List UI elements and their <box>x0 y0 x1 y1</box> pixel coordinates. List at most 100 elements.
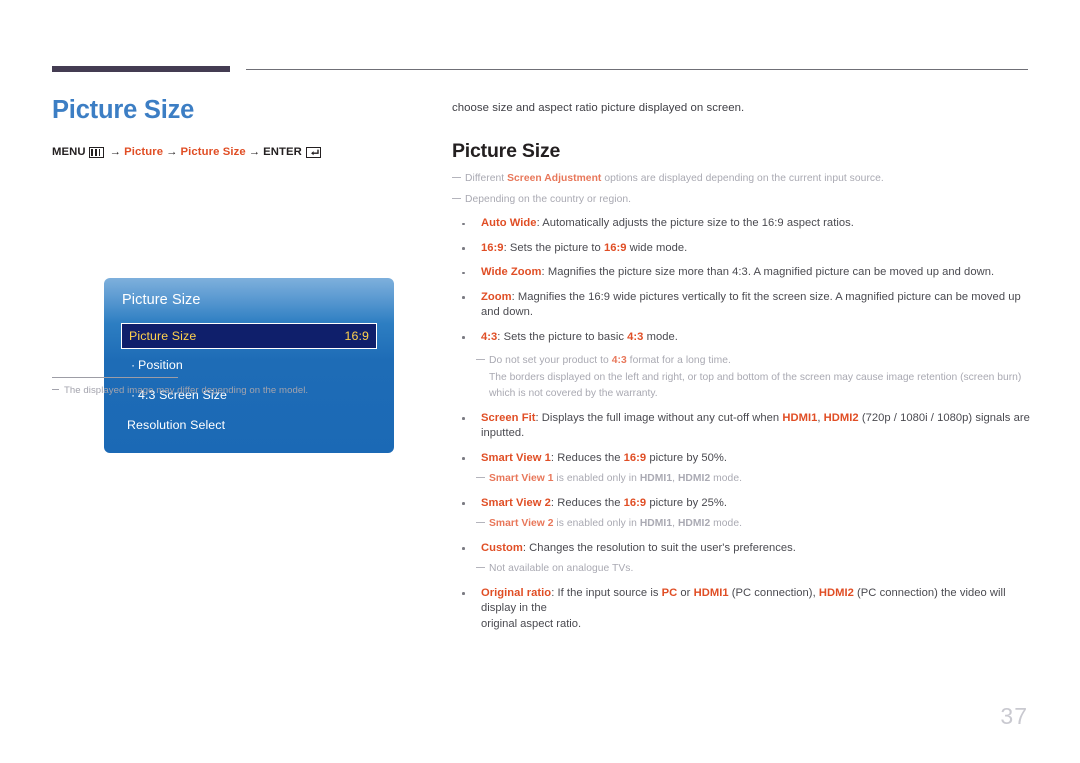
bullet-original-p3: HDMI1 <box>693 586 729 599</box>
bullet-4-3-text-b: mode. <box>643 330 678 343</box>
note-sv1-accent1: Smart View 1 <box>489 473 554 484</box>
left-column: Picture Size MENU → Picture → Picture Si… <box>52 95 412 453</box>
note-2-text: Depending on the country or region. <box>465 193 632 205</box>
bullet-smart-view-1-p1: 16:9 <box>623 451 647 464</box>
note-sv2-tail: mode. <box>710 518 743 529</box>
bullet-original-ratio-term: Original ratio <box>481 586 552 599</box>
note-43-burn-in: Do not set your product to 4:3 format fo… <box>476 354 1030 369</box>
note-sv2-mid: is enabled only in <box>553 518 640 529</box>
menu-grid-icon <box>88 146 104 158</box>
note-43-pre: Do not set your product to <box>489 355 612 366</box>
footnote-text: The displayed image may differ depending… <box>64 385 309 396</box>
note-custom-text: Not available on analogue TVs. <box>489 563 634 574</box>
bullet-original-p2: or <box>677 586 694 599</box>
menu-navigation-path: MENU → Picture → Picture Size → ENTER <box>52 146 412 158</box>
note-smart-view-2: Smart View 2 is enabled only in HDMI1, H… <box>476 517 1030 532</box>
bullet-original-p1: PC <box>661 586 678 599</box>
bullet-smart-view-2: Smart View 2: Reduces the 16:9 picture b… <box>452 496 1030 512</box>
bullet-4-3: 4:3: Sets the picture to basic 4:3 mode. <box>452 330 1030 346</box>
bullet-16-9-text-a: : Sets the picture to <box>503 241 604 254</box>
footnote-divider <box>52 377 178 378</box>
note-country-region: Depending on the country or region. <box>452 193 1030 208</box>
bullet-original-ratio-line2: original aspect ratio. <box>481 617 582 630</box>
bullet-smart-view-1: Smart View 1: Reduces the 16:9 picture b… <box>452 451 1030 467</box>
bullet-screen-fit-p0: : Displays the full image without any cu… <box>535 411 783 424</box>
note-sv2-accent3: HDMI2 <box>677 518 711 529</box>
bullet-zoom-text: : Magnifies the 16:9 wide pictures verti… <box>481 290 1021 319</box>
bullet-16-9: 16:9: Sets the picture to 16:9 wide mode… <box>452 241 1030 257</box>
menu-path-menu-label: MENU <box>52 146 86 158</box>
page-number: 37 <box>1000 703 1028 729</box>
osd-row-label: Picture Size <box>129 329 197 343</box>
bullet-auto-wide-text: : Automatically adjusts the picture size… <box>536 217 854 229</box>
note-sv1-accent2: HDMI1 <box>639 473 673 484</box>
bullet-custom-term: Custom <box>481 541 523 554</box>
bullet-smart-view-2-p2: picture by 25%. <box>646 496 728 509</box>
osd-row-picture-size[interactable]: Picture Size 16:9 <box>121 323 377 349</box>
note-smart-view-1: Smart View 1 is enabled only in HDMI1, H… <box>476 472 1030 487</box>
footnote-dash-icon <box>52 389 59 390</box>
note-sv1-mid: is enabled only in <box>553 473 640 484</box>
bullet-wide-zoom: Wide Zoom: Magnifies the picture size mo… <box>452 265 1030 281</box>
bullet-smart-view-2-p1: 16:9 <box>623 496 647 509</box>
intro-text: choose size and aspect ratio picture dis… <box>452 102 745 114</box>
osd-item-position[interactable]: · Position <box>131 358 183 372</box>
bullet-smart-view-1-term: Smart View 1 <box>481 451 551 464</box>
note-43-continuation-2: which is not covered by the warranty. <box>489 388 658 399</box>
bullet-smart-view-2-p0: : Reduces the <box>550 496 624 509</box>
header-rule-thin <box>246 69 1028 70</box>
bullet-screen-fit-p1: HDMI1 <box>782 411 818 424</box>
bullet-screen-fit-term: Screen Fit <box>481 411 536 424</box>
bullet-original-p5: HDMI2 <box>818 586 854 599</box>
bullet-wide-zoom-term: Wide Zoom <box>481 266 542 278</box>
note-43-continuation-1: The borders displayed on the left and ri… <box>489 371 1022 383</box>
osd-item-resolution-select[interactable]: Resolution Select <box>127 418 225 432</box>
page-title: Picture Size <box>52 96 195 124</box>
osd-item-label-3: Resolution Select <box>127 418 226 432</box>
bullet-zoom-term: Zoom <box>481 290 512 303</box>
bullet-original-p0: : If the input source is <box>551 586 662 599</box>
bullet-4-3-inline-accent: 4:3 <box>627 330 644 343</box>
note-sv2-accent2: HDMI1 <box>639 518 673 529</box>
bullet-auto-wide: Auto Wide: Automatically adjusts the pic… <box>452 216 1030 232</box>
note-43-post: format for a long time. <box>626 355 731 366</box>
header-rule-dark <box>52 66 230 72</box>
bullet-16-9-term: 16:9 <box>481 241 504 254</box>
note-1-post: options are displayed depending on the c… <box>601 173 884 184</box>
note-sv2-accent1: Smart View 2 <box>489 518 554 529</box>
bullet-screen-fit: Screen Fit: Displays the full image with… <box>452 411 1030 442</box>
bullet-smart-view-2-term: Smart View 2 <box>481 496 551 509</box>
bullet-4-3-term: 4:3 <box>481 330 498 343</box>
osd-row-value: 16:9 <box>344 329 369 343</box>
bullet-smart-view-1-p0: : Reduces the <box>550 451 624 464</box>
note-1-pre: Different <box>465 173 508 184</box>
bullet-zoom: Zoom: Magnifies the 16:9 wide pictures v… <box>452 290 1030 321</box>
osd-item-label-1: Position <box>138 358 183 372</box>
note-1-accent: Screen Adjustment <box>507 173 602 184</box>
bullet-custom-text: : Changes the resolution to suit the use… <box>522 541 796 554</box>
osd-title: Picture Size <box>122 292 201 308</box>
bullet-original-p4: (PC connection), <box>728 586 819 599</box>
enter-return-icon <box>305 146 321 158</box>
note-43-accent: 4:3 <box>611 355 627 366</box>
bullet-auto-wide-term: Auto Wide <box>481 217 537 229</box>
bullet-16-9-text-b: wide mode. <box>626 241 688 254</box>
bullet-custom: Custom: Changes the resolution to suit t… <box>452 541 1030 557</box>
menu-path-arrow-2: → <box>166 146 178 158</box>
note-screen-adjustment: Different Screen Adjustment options are … <box>452 172 1030 187</box>
menu-path-step-picture: Picture <box>124 146 164 158</box>
menu-path-enter-label: ENTER <box>263 146 302 158</box>
note-sv1-tail: mode. <box>710 473 743 484</box>
bullet-smart-view-1-p2: picture by 50%. <box>646 451 728 464</box>
osd-item-marker-1: · <box>131 358 136 372</box>
bullet-screen-fit-p3: HDMI2 <box>823 411 859 424</box>
note-sv1-accent3: HDMI2 <box>677 473 711 484</box>
osd-menu-mock: Picture Size Picture Size 16:9 · Position… <box>104 278 394 453</box>
manual-page: Picture Size MENU → Picture → Picture Si… <box>0 0 1080 763</box>
bullet-wide-zoom-text: : Magnifies the picture size more than 4… <box>541 266 995 278</box>
note-custom-analogue: Not available on analogue TVs. <box>476 562 1030 577</box>
bullet-16-9-inline-accent: 16:9 <box>603 241 627 254</box>
footnote: The displayed image may differ depending… <box>52 385 308 396</box>
right-column: choose size and aspect ratio picture dis… <box>452 100 1030 632</box>
bullet-4-3-text-a: : Sets the picture to basic <box>497 330 628 343</box>
